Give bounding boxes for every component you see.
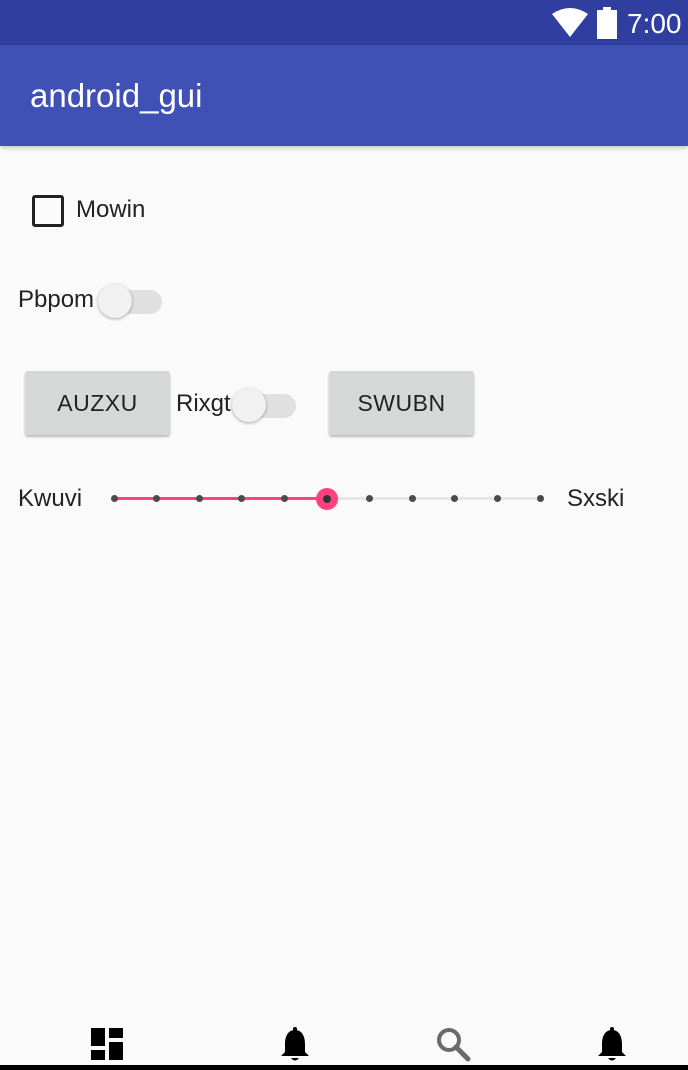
- switch-thumb[interactable]: [232, 388, 266, 422]
- wifi-icon: [552, 8, 588, 37]
- battery-icon: [597, 7, 617, 39]
- seekbar-right-label: Sxski: [567, 485, 625, 512]
- seekbar-tick: [536, 495, 544, 502]
- nav-item-notifications[interactable]: [277, 1026, 317, 1066]
- seekbar-left-label: Kwuvi: [18, 485, 83, 512]
- app-title: android_gui: [30, 77, 203, 114]
- seekbar-tick: [195, 495, 203, 502]
- seekbar-tick: [366, 495, 374, 502]
- switch-thumb[interactable]: [98, 284, 132, 318]
- bell-icon: [598, 1027, 626, 1061]
- seekbar-tick: [493, 495, 501, 502]
- rixgt-switch[interactable]: [232, 385, 298, 422]
- seekbar-tick: [408, 495, 416, 502]
- dashboard-icon: [91, 1028, 123, 1060]
- seekbar-progress: [114, 497, 327, 500]
- nav-item-notifications-2[interactable]: [594, 1026, 634, 1066]
- seekbar-tick: [280, 495, 288, 502]
- bottom-navigation: [0, 1020, 688, 1070]
- pbpom-label: Pbpom: [18, 286, 95, 313]
- seekbar-tick: [153, 495, 161, 502]
- status-bar: 7:00: [0, 0, 688, 45]
- seekbar[interactable]: [110, 485, 544, 513]
- swubn-button[interactable]: SWUBN: [329, 371, 474, 435]
- auzxu-button[interactable]: AUZXU: [25, 371, 170, 435]
- pbpom-switch[interactable]: [98, 281, 164, 318]
- search-icon: [437, 1028, 471, 1062]
- seekbar-tick: [238, 495, 246, 502]
- status-time: 7:00: [627, 8, 682, 39]
- nav-item-dashboard[interactable]: [89, 1026, 129, 1066]
- seekbar-tick: [451, 495, 459, 502]
- seekbar-tick: [110, 495, 118, 502]
- seekbar-thumb[interactable]: [316, 488, 338, 510]
- app-bar: android_gui: [0, 45, 688, 146]
- rixgt-label: Rixgt: [176, 390, 231, 417]
- checkbox-box[interactable]: [32, 195, 64, 227]
- system-navigation-bar: [0, 1065, 688, 1070]
- checkbox-label: Mowin: [76, 196, 146, 223]
- nav-item-search[interactable]: [435, 1026, 475, 1066]
- bell-icon: [281, 1027, 309, 1061]
